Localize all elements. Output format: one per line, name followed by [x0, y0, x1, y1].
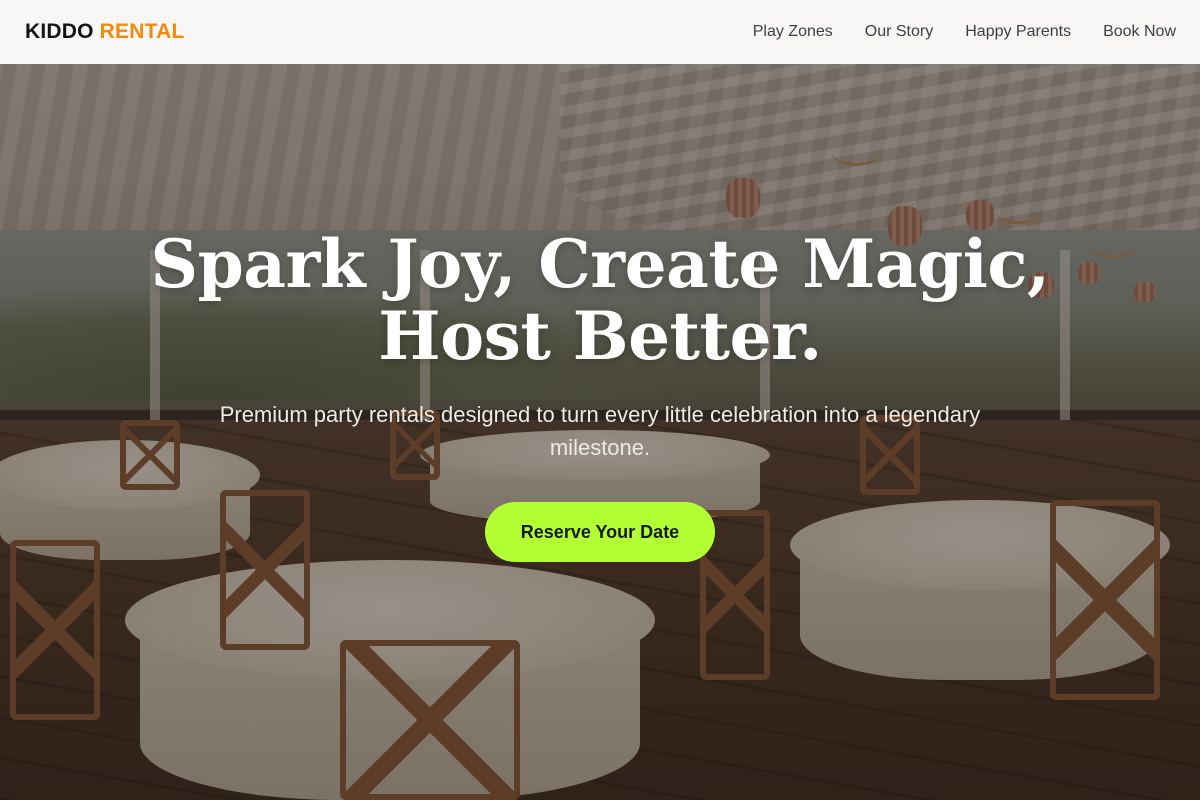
hero-subtitle: Premium party rentals designed to turn e… — [219, 402, 981, 460]
nav-link-our-story[interactable]: Our Story — [865, 23, 933, 41]
nav-link-happy-parents[interactable]: Happy Parents — [965, 23, 1071, 41]
main-nav: Play Zones Our Story Happy Parents Book … — [753, 23, 1176, 41]
page: KIDDO RENTAL Play Zones Our Story Happy … — [0, 0, 1200, 800]
hero-title-line-2: Host Better. — [378, 297, 822, 375]
top-navbar: KIDDO RENTAL Play Zones Our Story Happy … — [0, 0, 1200, 64]
hero-section: Spark Joy, Create Magic, Host Better. Pr… — [0, 228, 1200, 562]
logo-text-rental: RENTAL — [99, 20, 185, 43]
hero-title-line-1: Spark Joy, Create Magic, — [150, 225, 1050, 303]
reserve-date-button[interactable]: Reserve Your Date — [485, 502, 715, 562]
hero-title: Spark Joy, Create Magic, Host Better. — [150, 228, 1050, 372]
logo-text-kiddo: KIDDO — [25, 20, 94, 43]
nav-link-book-now[interactable]: Book Now — [1103, 23, 1176, 41]
site-logo[interactable]: KIDDO RENTAL — [25, 20, 184, 44]
nav-link-play-zones[interactable]: Play Zones — [753, 23, 833, 41]
